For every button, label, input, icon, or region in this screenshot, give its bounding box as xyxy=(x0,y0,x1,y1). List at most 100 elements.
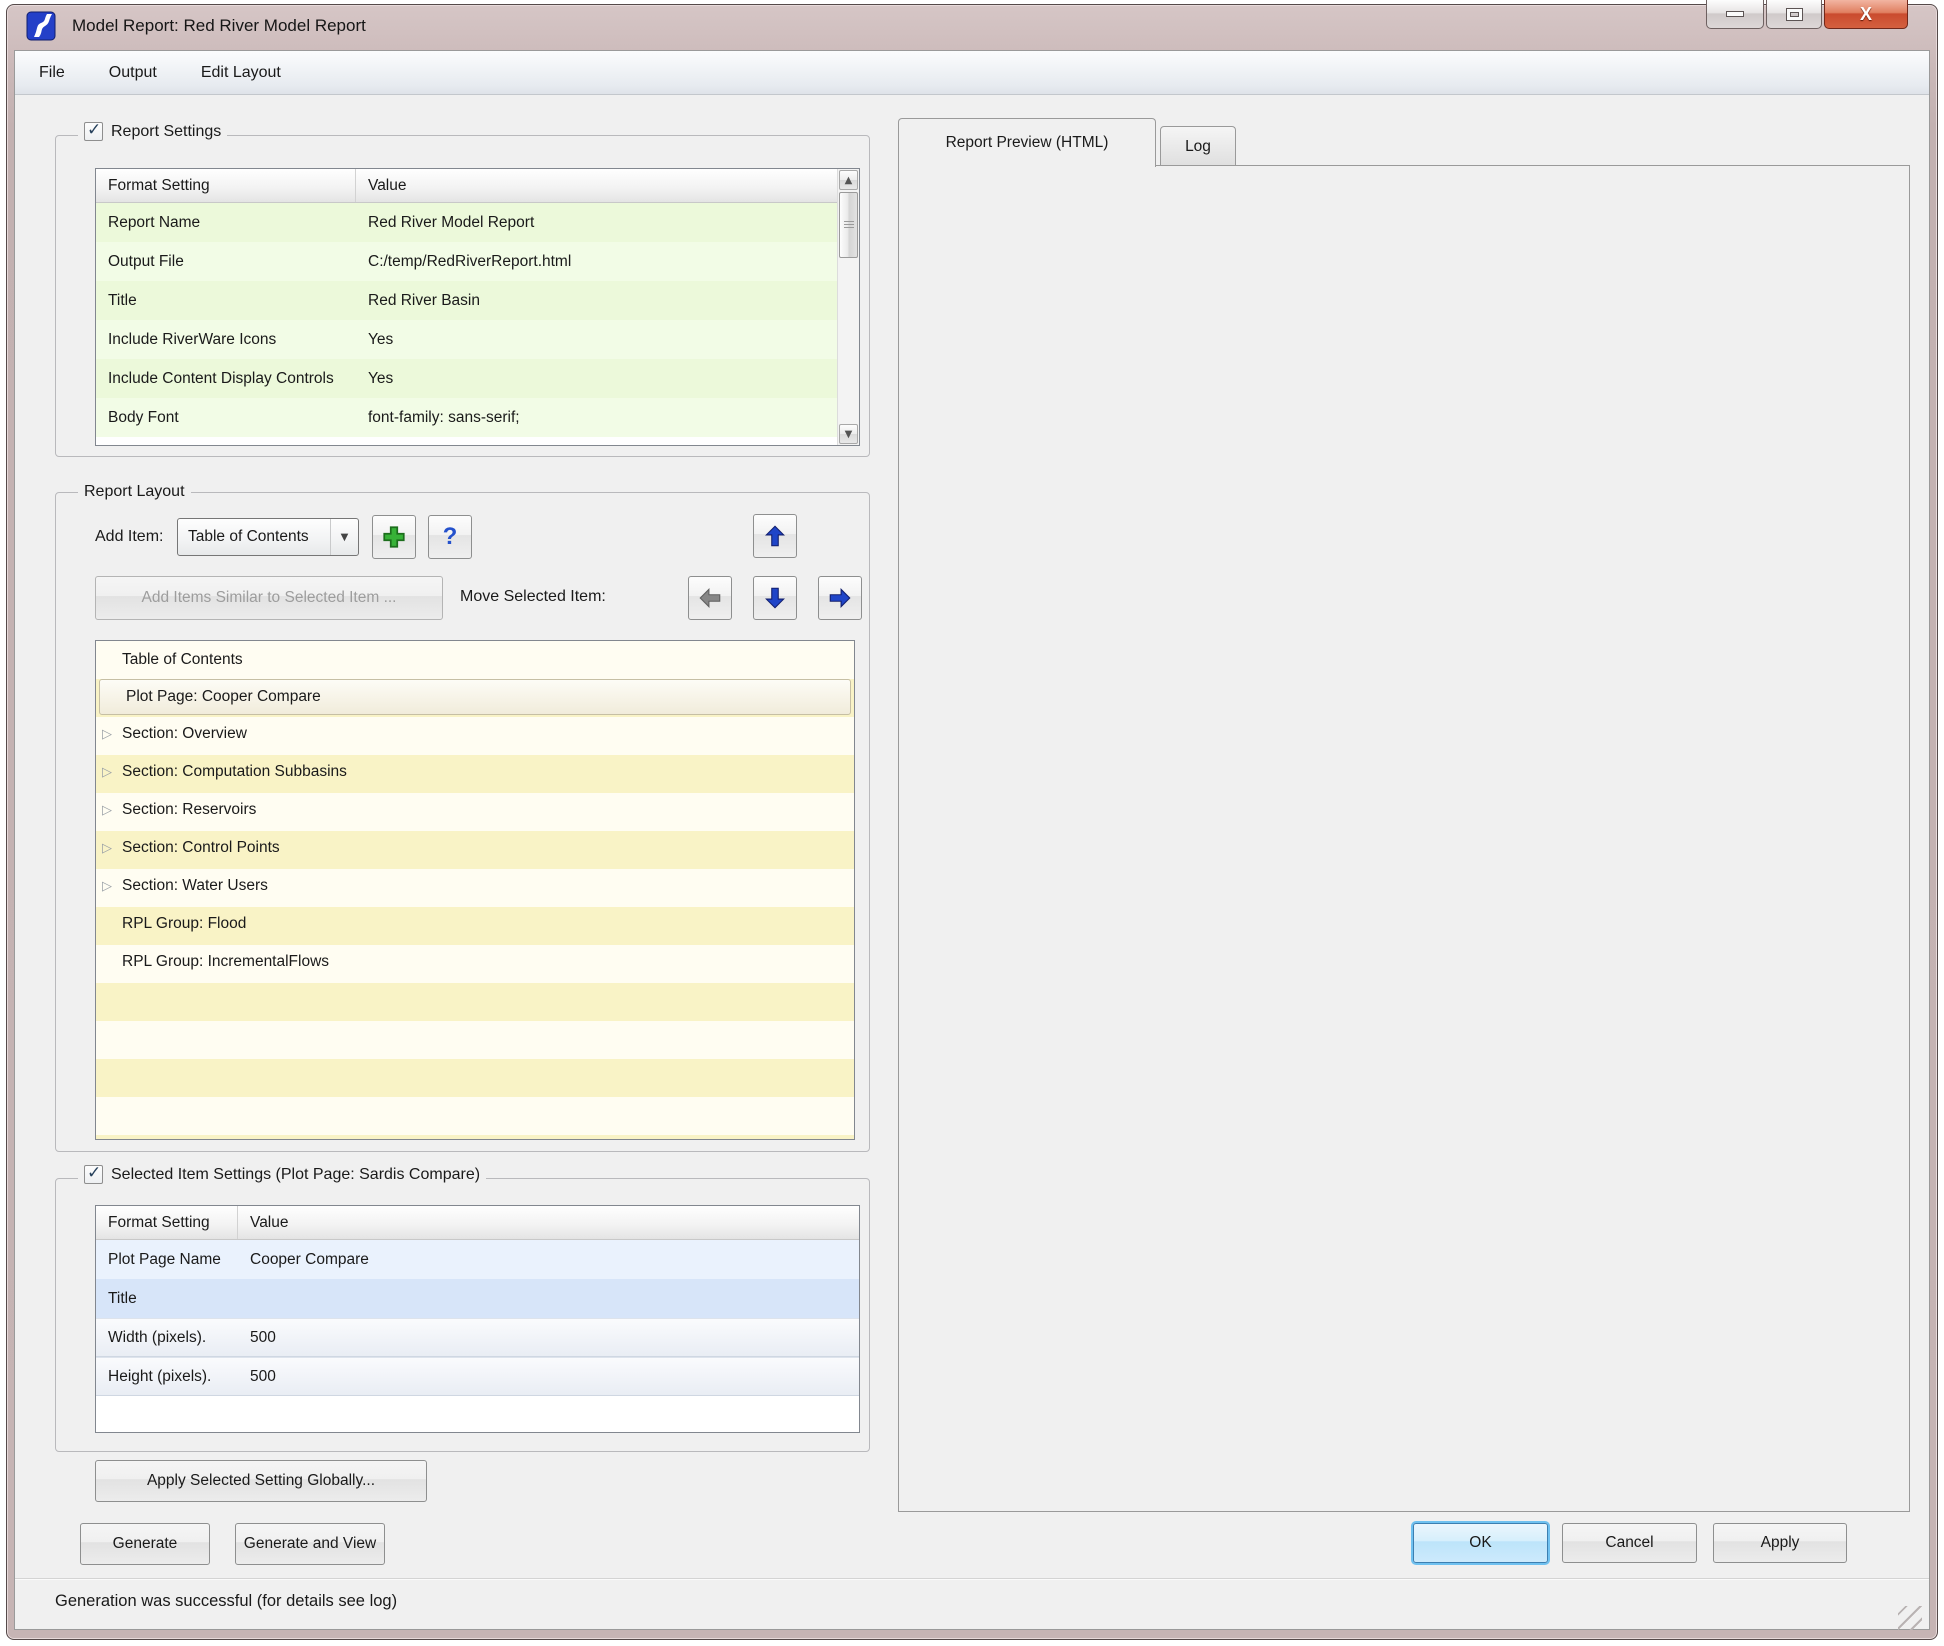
report-settings-rows: Report NameRed River Model ReportOutput … xyxy=(96,203,859,437)
layout-item-label: Section: Water Users xyxy=(122,877,268,895)
setting-value-cell: Red River Basin xyxy=(356,292,859,310)
apply-button[interactable]: Apply xyxy=(1713,1523,1847,1563)
layout-item[interactable]: ▷Section: Reservoirs xyxy=(96,791,854,829)
plus-icon xyxy=(381,524,407,550)
setting-value-cell: C:/temp/RedRiverReport.html xyxy=(356,253,859,271)
setting-value-cell: font-family: sans-serif; xyxy=(356,409,859,427)
column-header[interactable]: Value xyxy=(356,169,859,202)
column-header[interactable]: Format Setting xyxy=(96,1206,238,1239)
arrow-down-icon xyxy=(762,585,788,611)
selected-item-settings-label: Selected Item Settings (Plot Page: Sardi… xyxy=(111,1166,480,1184)
layout-item-label: RPL Group: Flood xyxy=(122,915,246,933)
cancel-button[interactable]: Cancel xyxy=(1562,1523,1697,1563)
generate-and-view-button[interactable]: Generate and View xyxy=(235,1523,385,1565)
chevron-down-icon: ▼ xyxy=(330,519,358,555)
column-header[interactable]: Format Setting xyxy=(96,169,356,202)
status-message: Generation was successful (for details s… xyxy=(55,1592,397,1611)
table-row[interactable]: Include Content Display ControlsYes xyxy=(96,359,859,398)
ok-button[interactable]: OK xyxy=(1413,1523,1548,1563)
layout-item[interactable]: RPL Group: IncrementalFlows xyxy=(96,943,854,981)
layout-item-label: Section: Control Points xyxy=(122,839,280,857)
column-header[interactable]: Value xyxy=(238,1206,859,1239)
setting-name-cell: Body Font xyxy=(96,409,356,427)
table-row[interactable]: Plot Page NameCooper Compare xyxy=(96,1240,859,1279)
layout-item[interactable]: ▷Section: Overview xyxy=(96,715,854,753)
setting-value-cell: Yes xyxy=(356,331,859,349)
add-item-button[interactable] xyxy=(372,515,416,559)
add-item-label: Add Item: xyxy=(95,528,163,546)
table-row[interactable]: Width (pixels).500 xyxy=(96,1318,859,1357)
settings-table-scrollbar[interactable]: ▲ ▼ xyxy=(837,169,859,445)
maximize-icon xyxy=(1787,9,1802,20)
add-similar-button[interactable]: Add Items Similar to Selected Item ... xyxy=(95,576,443,620)
close-button[interactable]: X xyxy=(1824,0,1908,29)
model-report-dialog: Model Report: Red River Model Report X F… xyxy=(0,0,1944,1646)
minimize-icon xyxy=(1727,12,1743,16)
move-down-button[interactable] xyxy=(753,576,797,620)
table-row[interactable]: Output FileC:/temp/RedRiverReport.html xyxy=(96,242,859,281)
table-row[interactable]: Report NameRed River Model Report xyxy=(96,203,859,242)
tab-log[interactable]: Log xyxy=(1160,126,1236,166)
report-layout-label: Report Layout xyxy=(84,483,185,501)
setting-name-cell: Include RiverWare Icons xyxy=(96,331,356,349)
layout-item-label: RPL Group: IncrementalFlows xyxy=(122,953,329,971)
riverware-app-icon xyxy=(26,11,56,41)
selected-item-settings-checkbox[interactable] xyxy=(84,1165,103,1184)
layout-item[interactable]: ▷Section: Water Users xyxy=(96,867,854,905)
layout-item-label: Section: Computation Subbasins xyxy=(122,763,347,781)
scroll-up-button[interactable]: ▲ xyxy=(839,170,858,190)
scroll-thumb[interactable] xyxy=(839,192,858,258)
menu-bar: File Output Edit Layout xyxy=(15,51,1929,95)
layout-item[interactable]: Table of Contents xyxy=(96,641,854,679)
expander-icon[interactable]: ▷ xyxy=(102,765,122,780)
selected-item-settings-table: Format Setting Value Plot Page NameCoope… xyxy=(95,1205,860,1433)
arrow-up-icon xyxy=(762,523,788,549)
setting-name-cell: Include Content Display Controls xyxy=(96,370,356,388)
expander-icon[interactable]: ▷ xyxy=(102,879,122,894)
move-right-button[interactable] xyxy=(818,576,862,620)
layout-item-label: Section: Overview xyxy=(122,725,247,743)
move-selected-item-label: Move Selected Item: xyxy=(460,588,606,606)
preview-panel xyxy=(898,165,1910,1512)
generate-button[interactable]: Generate xyxy=(80,1523,210,1565)
report-settings-checkbox[interactable] xyxy=(84,122,103,141)
arrow-left-icon xyxy=(697,585,723,611)
tab-report-preview[interactable]: Report Preview (HTML) xyxy=(898,118,1156,167)
layout-item-label: Table of Contents xyxy=(122,651,243,669)
layout-item-label: Section: Reservoirs xyxy=(122,801,256,819)
window-title: Model Report: Red River Model Report xyxy=(72,16,366,36)
layout-item[interactable]: ▷Section: Computation Subbasins xyxy=(96,753,854,791)
help-button[interactable]: ? xyxy=(428,515,472,559)
report-settings-group-label: Report Settings xyxy=(78,122,227,141)
menu-output[interactable]: Output xyxy=(109,64,157,82)
layout-item[interactable]: ▷Section: Control Points xyxy=(96,829,854,867)
scroll-down-button[interactable]: ▼ xyxy=(839,424,858,444)
setting-name-cell: Report Name xyxy=(96,214,356,232)
table-row[interactable]: Height (pixels).500 xyxy=(96,1357,859,1396)
report-settings-label: Report Settings xyxy=(111,123,221,141)
setting-value-cell: 500 xyxy=(238,1368,859,1386)
table-row[interactable]: Title xyxy=(96,1279,859,1318)
expander-icon[interactable]: ▷ xyxy=(102,841,122,856)
add-item-combo[interactable]: Table of Contents ▼ xyxy=(177,518,359,556)
minimize-button[interactable] xyxy=(1706,0,1764,29)
report-settings-table-header: Format Setting Value xyxy=(96,169,859,203)
menu-file[interactable]: File xyxy=(39,64,65,82)
maximize-button[interactable] xyxy=(1766,0,1822,29)
layout-item-selected[interactable]: Plot Page: Cooper Compare xyxy=(99,679,851,715)
move-left-button[interactable] xyxy=(688,576,732,620)
close-icon: X xyxy=(1860,4,1872,25)
move-up-button[interactable] xyxy=(753,514,797,558)
arrow-right-icon xyxy=(827,585,853,611)
expander-icon[interactable]: ▷ xyxy=(102,803,122,818)
table-row[interactable]: Include RiverWare IconsYes xyxy=(96,320,859,359)
resize-grip[interactable] xyxy=(1898,1606,1922,1630)
table-row[interactable]: TitleRed River Basin xyxy=(96,281,859,320)
table-row[interactable]: Body Fontfont-family: sans-serif; xyxy=(96,398,859,437)
layout-item[interactable]: RPL Group: Flood xyxy=(96,905,854,943)
expander-icon[interactable]: ▷ xyxy=(102,727,122,742)
report-layout-group-label: Report Layout xyxy=(78,483,191,501)
menu-edit-layout[interactable]: Edit Layout xyxy=(201,64,281,82)
help-icon: ? xyxy=(443,523,458,551)
apply-globally-button[interactable]: Apply Selected Setting Globally... xyxy=(95,1460,427,1502)
